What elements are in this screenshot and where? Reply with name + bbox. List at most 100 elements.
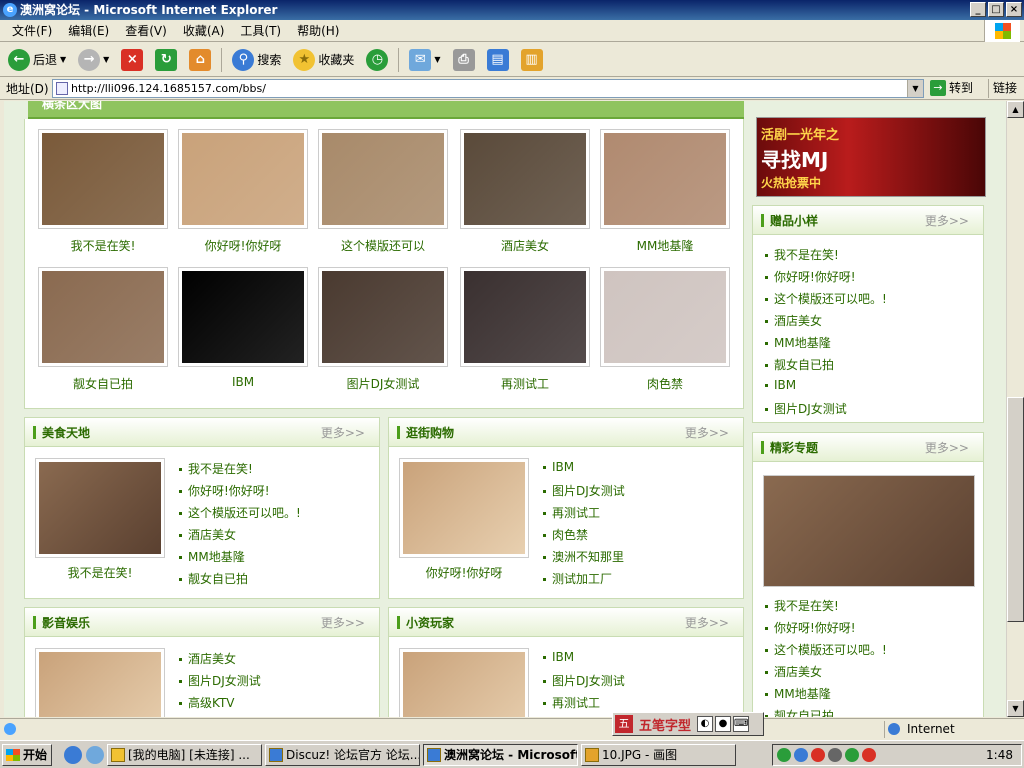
ime-punct-icon[interactable]: ● bbox=[715, 716, 732, 732]
list-item[interactable]: 你好呀!你好呀! bbox=[765, 268, 856, 285]
history-button[interactable]: ◷ bbox=[362, 46, 392, 74]
list-item[interactable]: 测试加工厂 bbox=[543, 570, 612, 587]
food-more-link[interactable]: 更多>> bbox=[321, 424, 365, 441]
list-item[interactable]: 这个模版还可以吧。! bbox=[765, 290, 887, 307]
tray-icon[interactable] bbox=[862, 748, 876, 762]
menu-view[interactable]: 查看(V) bbox=[117, 22, 175, 39]
ad-banner[interactable]: 活剧一光年之 寻找MJ 火热抢票中 bbox=[756, 117, 986, 197]
gallery-photo[interactable] bbox=[600, 129, 730, 229]
ime-mode-label[interactable]: 五笔字型 bbox=[635, 715, 695, 734]
tray-icon[interactable] bbox=[828, 748, 842, 762]
refresh-button[interactable]: ↻ bbox=[151, 46, 181, 74]
petty-more-link[interactable]: 更多>> bbox=[685, 614, 729, 631]
food-photo-caption[interactable]: 我不是在笑! bbox=[35, 564, 165, 581]
gallery-photo[interactable] bbox=[460, 129, 590, 229]
research-button[interactable]: ▥ bbox=[517, 46, 547, 74]
forward-button[interactable]: → ▼ bbox=[74, 46, 113, 74]
gallery-caption[interactable]: MM地基隆 bbox=[600, 237, 730, 254]
menu-favorites[interactable]: 收藏(A) bbox=[175, 22, 233, 39]
edit-button[interactable]: ▤ bbox=[483, 46, 513, 74]
gallery-photo[interactable] bbox=[178, 267, 308, 367]
mail-button[interactable]: ✉ ▼ bbox=[405, 46, 444, 74]
scroll-down-icon[interactable]: ▼ bbox=[1007, 700, 1024, 717]
gallery-photo[interactable] bbox=[318, 129, 448, 229]
desktop-quicklaunch-icon[interactable] bbox=[86, 745, 104, 764]
go-button[interactable]: → 转到 bbox=[930, 79, 973, 96]
list-item[interactable]: 靓女自已拍 bbox=[179, 570, 248, 587]
gallery-photo[interactable] bbox=[38, 129, 168, 229]
list-item[interactable]: 再测试工 bbox=[543, 694, 600, 711]
list-item[interactable]: 酒店美女 bbox=[765, 312, 822, 329]
search-button[interactable]: ⚲ 搜索 bbox=[228, 46, 285, 74]
list-item[interactable]: 图片DJ女测试 bbox=[765, 400, 847, 417]
shopping-photo[interactable] bbox=[399, 458, 529, 558]
list-item[interactable]: 澳洲不知那里 bbox=[543, 548, 624, 565]
task-aozhouwo[interactable]: 澳洲窝论坛 - Microsoft... bbox=[423, 743, 578, 766]
topics-more-link[interactable]: 更多>> bbox=[925, 439, 969, 456]
scroll-thumb[interactable] bbox=[1007, 397, 1024, 622]
list-item[interactable]: 图片DJ女测试 bbox=[543, 482, 625, 499]
list-item[interactable]: IBM bbox=[543, 460, 574, 474]
food-photo[interactable] bbox=[35, 458, 165, 558]
list-item[interactable]: 这个模版还可以吧。! bbox=[179, 504, 301, 521]
gallery-photo[interactable] bbox=[178, 129, 308, 229]
gallery-photo[interactable] bbox=[460, 267, 590, 367]
list-item[interactable]: 图片DJ女测试 bbox=[543, 672, 625, 689]
gallery-caption[interactable]: 这个模版还可以 bbox=[318, 237, 448, 254]
maximize-button[interactable]: □ bbox=[988, 2, 1004, 17]
task-discuz[interactable]: Discuz! 论坛官方 论坛... bbox=[265, 743, 420, 766]
tray-icon[interactable] bbox=[845, 748, 859, 762]
gallery-caption[interactable]: 再测试工 bbox=[460, 375, 590, 392]
list-item[interactable]: 我不是在笑! bbox=[765, 246, 839, 263]
list-item[interactable]: 靓女自已拍 bbox=[765, 707, 834, 717]
gallery-caption[interactable]: IBM bbox=[178, 375, 308, 389]
close-button[interactable]: × bbox=[1006, 2, 1022, 17]
tray-icon[interactable] bbox=[777, 748, 791, 762]
list-item[interactable]: 肉色禁 bbox=[543, 526, 588, 543]
list-item[interactable]: 酒店美女 bbox=[765, 663, 822, 680]
list-item[interactable]: MM地基隆 bbox=[179, 548, 245, 565]
ime-toolbar[interactable]: 五 五笔字型 ◐ ● ⌨ bbox=[612, 712, 764, 736]
list-item[interactable]: 你好呀!你好呀! bbox=[765, 619, 856, 636]
list-item[interactable]: 我不是在笑! bbox=[765, 597, 839, 614]
list-item[interactable]: 这个模版还可以吧。! bbox=[765, 641, 887, 658]
gallery-photo[interactable] bbox=[318, 267, 448, 367]
favorites-button[interactable]: ★ 收藏夹 bbox=[289, 46, 358, 74]
home-button[interactable]: ⌂ bbox=[185, 46, 215, 74]
list-item[interactable]: IBM bbox=[543, 650, 574, 664]
media-more-link[interactable]: 更多>> bbox=[321, 614, 365, 631]
gallery-caption[interactable]: 你好呀!你好呀 bbox=[178, 237, 308, 254]
task-my-computer[interactable]: [我的电脑] [未连接] ... bbox=[107, 743, 262, 766]
shopping-more-link[interactable]: 更多>> bbox=[685, 424, 729, 441]
gallery-caption[interactable]: 我不是在笑! bbox=[38, 237, 168, 254]
list-item[interactable]: IBM bbox=[765, 378, 796, 392]
list-item[interactable]: 酒店美女 bbox=[179, 526, 236, 543]
gifts-more-link[interactable]: 更多>> bbox=[925, 212, 969, 229]
list-item[interactable]: 图片DJ女测试 bbox=[179, 672, 261, 689]
ime-halfwidth-icon[interactable]: ◐ bbox=[697, 716, 714, 732]
scroll-up-icon[interactable]: ▲ bbox=[1007, 101, 1024, 118]
address-input[interactable]: http://lli096.124.1685157.com/bbs/ ▼ bbox=[52, 79, 924, 98]
ie-quicklaunch-icon[interactable] bbox=[64, 745, 82, 764]
list-item[interactable]: MM地基隆 bbox=[765, 334, 831, 351]
task-paint[interactable]: 10.JPG - 画图 bbox=[581, 743, 736, 766]
media-photo[interactable] bbox=[35, 648, 165, 717]
gallery-caption[interactable]: 酒店美女 bbox=[460, 237, 590, 254]
menu-help[interactable]: 帮助(H) bbox=[289, 22, 347, 39]
list-item[interactable]: 再测试工 bbox=[543, 504, 600, 521]
topics-photo[interactable] bbox=[763, 475, 975, 587]
address-dropdown-icon[interactable]: ▼ bbox=[907, 80, 923, 97]
menu-tools[interactable]: 工具(T) bbox=[232, 22, 289, 39]
vertical-scrollbar[interactable]: ▲ ▼ bbox=[1006, 101, 1024, 717]
links-button[interactable]: 链接 bbox=[988, 79, 1017, 98]
list-item[interactable]: 靓女自已拍 bbox=[765, 356, 834, 373]
tray-icon[interactable] bbox=[811, 748, 825, 762]
ime-logo-icon[interactable]: 五 bbox=[615, 715, 633, 733]
gallery-caption[interactable]: 图片DJ女测试 bbox=[318, 375, 448, 392]
gallery-photo[interactable] bbox=[38, 267, 168, 367]
list-item[interactable]: 酒店美女 bbox=[179, 650, 236, 667]
gallery-caption[interactable]: 靓女自已拍 bbox=[38, 375, 168, 392]
start-button[interactable]: 开始 bbox=[2, 743, 52, 766]
gallery-photo[interactable] bbox=[600, 267, 730, 367]
menu-file[interactable]: 文件(F) bbox=[4, 22, 60, 39]
